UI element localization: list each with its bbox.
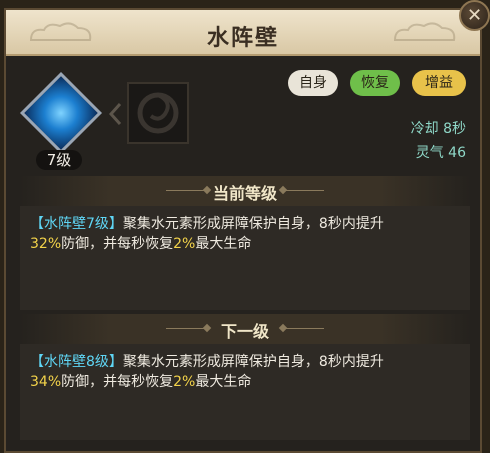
next-level-header: 下一级 <box>20 314 470 344</box>
swirl-icon <box>137 92 179 134</box>
divider-line-right <box>284 190 324 191</box>
current-level-heading: 当前等级 <box>212 184 277 203</box>
skill-name: 水阵壁7级 <box>44 216 109 232</box>
skill-name: 水阵壁8级 <box>44 354 109 370</box>
water-vortex-icon <box>19 71 103 155</box>
current-level-header: 当前等级 <box>20 176 470 206</box>
cloud-ornament-right <box>393 22 456 41</box>
current-level-description: 【水阵壁7级】聚集水元素形成屏障保护自身，8秒内提升 32%防御，并每秒恢复2%… <box>30 216 384 252</box>
tag-buff: 增益 <box>412 70 466 96</box>
next-level-heading: 下一级 <box>220 322 269 341</box>
cooldown-stat: 冷却 8秒 <box>410 121 466 137</box>
tag-self: 自身 <box>288 70 338 96</box>
close-button[interactable]: ✕ <box>459 0 490 31</box>
title-bar: 水阵壁 <box>6 10 480 56</box>
skill-level-badge: 7级 <box>36 150 82 170</box>
locked-skill-slot[interactable] <box>127 82 189 144</box>
spirit-cost-stat: 灵气 46 <box>415 145 466 161</box>
next-level-description: 【水阵壁8级】聚集水元素形成屏障保护自身，8秒内提升 34%防御，并每秒恢复2%… <box>30 354 384 390</box>
skill-icon <box>19 71 104 156</box>
chevron-left-icon <box>108 102 122 126</box>
close-icon: ✕ <box>466 5 483 26</box>
tag-recover: 恢复 <box>350 70 400 96</box>
divider-line-right <box>284 328 324 329</box>
